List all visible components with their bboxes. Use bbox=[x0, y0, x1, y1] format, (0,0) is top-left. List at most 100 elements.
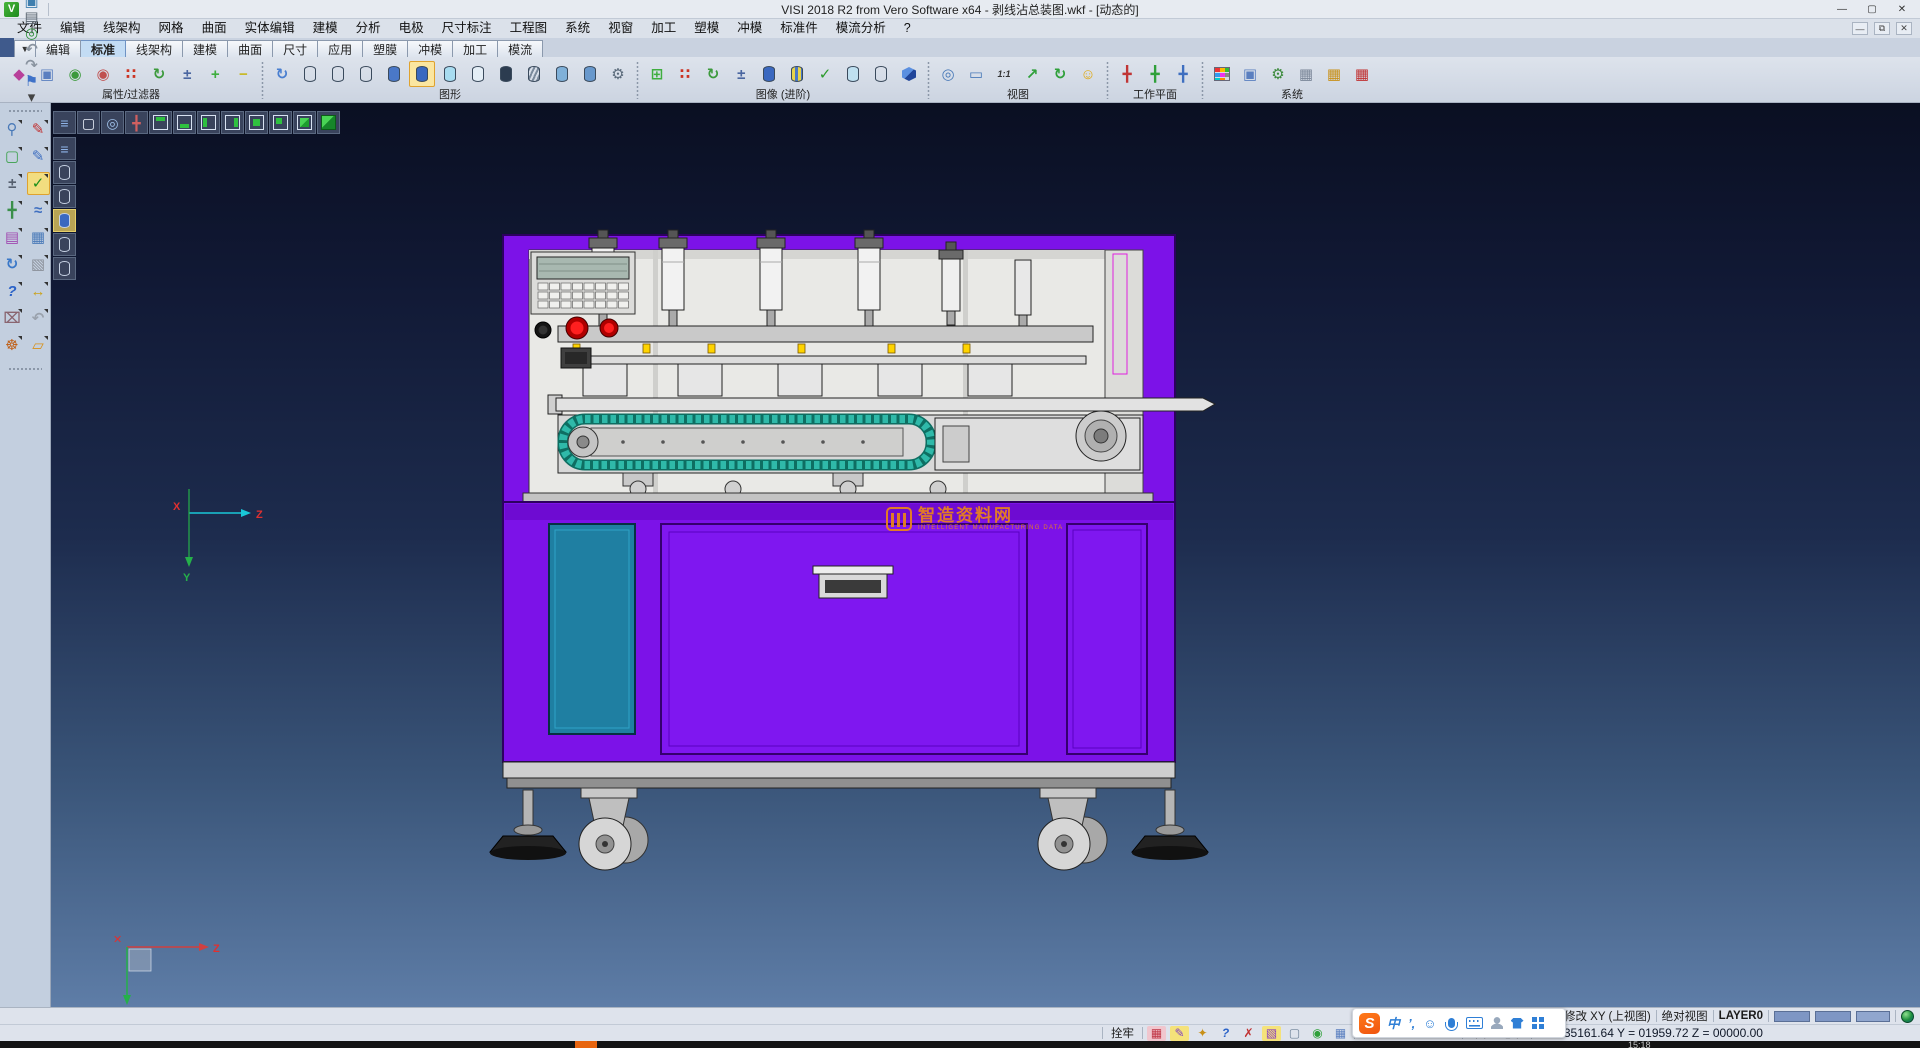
zoom-inout-icon[interactable]: ± bbox=[1, 172, 24, 195]
dark-display-icon[interactable] bbox=[493, 61, 519, 87]
ime-mic-icon[interactable] bbox=[1445, 1018, 1458, 1028]
window-tools-icon[interactable]: ▦ bbox=[1293, 61, 1319, 87]
layout-status-icon[interactable]: ▦ bbox=[1331, 1026, 1350, 1041]
workplane-rotate-icon[interactable]: ╋ bbox=[1142, 61, 1168, 87]
workplane-origin-icon[interactable]: ╋ bbox=[1114, 61, 1140, 87]
child-close-button[interactable]: ✕ bbox=[1896, 22, 1912, 35]
display-translucent-icon[interactable] bbox=[53, 233, 76, 256]
selection-add-icon[interactable]: + bbox=[202, 61, 228, 87]
ime-account-icon[interactable] bbox=[1491, 1017, 1503, 1029]
pan-arrow-icon[interactable]: ↗ bbox=[1019, 61, 1045, 87]
view-back-cube-icon[interactable] bbox=[269, 111, 292, 134]
sketch-circle-icon[interactable]: ✎ bbox=[27, 145, 50, 168]
delete-trash-icon[interactable]: ⌧ bbox=[1, 307, 24, 330]
windows-taskbar[interactable]: 15:18 bbox=[0, 1041, 1920, 1048]
shaded-edges-display-icon[interactable] bbox=[409, 61, 435, 87]
save-all-icon[interactable]: ▣ bbox=[22, 0, 41, 9]
validate-solid-icon[interactable]: ✓ bbox=[812, 61, 838, 87]
zoom-1to1-icon[interactable]: 1:1 bbox=[991, 61, 1017, 87]
tab-flow[interactable]: 模流 bbox=[498, 40, 543, 57]
menu-system[interactable]: 系统 bbox=[556, 19, 599, 38]
toolbar-grip[interactable] bbox=[8, 109, 42, 114]
view-bottom-cube-icon[interactable] bbox=[173, 111, 196, 134]
sogou-logo-icon[interactable]: S bbox=[1359, 1013, 1380, 1034]
grid-window-icon[interactable]: ▦ bbox=[27, 226, 50, 249]
display-wireframe-icon[interactable] bbox=[53, 161, 76, 184]
tab-wireframe[interactable]: 线架构 bbox=[126, 40, 183, 57]
cylinder-rotate-icon[interactable] bbox=[577, 61, 603, 87]
workplane-side-icon[interactable]: ╋ bbox=[1, 199, 24, 222]
view-menu-icon[interactable]: ≡ bbox=[53, 111, 76, 134]
refresh-side-icon[interactable]: ↻ bbox=[1, 253, 24, 276]
tab-apply[interactable]: 应用 bbox=[318, 40, 363, 57]
adv-refresh-images-icon[interactable]: ↻ bbox=[700, 61, 726, 87]
ime-chinese-icon[interactable]: 中 bbox=[1387, 1017, 1400, 1030]
status-help-icon[interactable]: ? bbox=[1216, 1026, 1235, 1041]
adv-toggle-images-icon[interactable]: ± bbox=[728, 61, 754, 87]
machining-wheel-icon[interactable]: ☸ bbox=[1, 334, 24, 357]
menu-surface[interactable]: 曲面 bbox=[193, 19, 236, 38]
display-menu-icon[interactable]: ≡ bbox=[53, 137, 76, 160]
axis-view-icon[interactable]: ╋ bbox=[125, 111, 148, 134]
solid-cube-side-icon[interactable]: ▧ bbox=[27, 253, 50, 276]
menu-mesh[interactable]: 网格 bbox=[150, 19, 193, 38]
lock-label[interactable]: 拴牢 bbox=[1103, 1025, 1142, 1041]
flat-display-icon[interactable] bbox=[465, 61, 491, 87]
sketch-erase-icon[interactable]: ✎ bbox=[27, 118, 50, 141]
background-color-swatch[interactable] bbox=[1856, 1011, 1890, 1022]
display-shaded-icon[interactable] bbox=[53, 209, 76, 232]
viewport-3d[interactable]: ≡▢◎╋ ≡ bbox=[51, 103, 1920, 1007]
doc-status-icon[interactable]: ▢ bbox=[1285, 1026, 1304, 1041]
zoom-window-icon[interactable]: ▭ bbox=[963, 61, 989, 87]
wireframe-display-icon[interactable] bbox=[297, 61, 323, 87]
ime-toolbox-icon[interactable] bbox=[1532, 1017, 1544, 1029]
ime-skin-icon[interactable] bbox=[1511, 1018, 1524, 1029]
preview-icon[interactable]: ◎ bbox=[22, 25, 41, 41]
tab-machining[interactable]: 加工 bbox=[453, 40, 498, 57]
adv-filter-images-icon[interactable]: ∷ bbox=[672, 61, 698, 87]
delete-cube-icon[interactable]: ✗ bbox=[1239, 1026, 1258, 1041]
tab-dimension[interactable]: 尺寸 bbox=[273, 40, 318, 57]
hidden-line-display-icon[interactable] bbox=[325, 61, 351, 87]
layer-color-swatch[interactable] bbox=[1774, 1011, 1810, 1022]
active-layer-label[interactable]: LAYER0 bbox=[1719, 1010, 1763, 1022]
striped-cylinder-icon[interactable] bbox=[784, 61, 810, 87]
view-axonometric-cube-icon[interactable] bbox=[317, 111, 340, 134]
display-settings-icon[interactable]: ⚙ bbox=[605, 61, 631, 87]
ime-keyboard-icon[interactable] bbox=[1466, 1017, 1483, 1029]
menu-machining[interactable]: 加工 bbox=[642, 19, 685, 38]
validate-check-icon[interactable]: ✓ bbox=[27, 172, 50, 195]
ucs-cube-icon[interactable]: ▧ bbox=[1262, 1026, 1281, 1041]
menu-standard-parts[interactable]: 标准件 bbox=[771, 19, 827, 38]
filter-traffic-light-icon[interactable]: ∷ bbox=[118, 61, 144, 87]
view-iso-cube-icon[interactable] bbox=[293, 111, 316, 134]
color-palette-icon[interactable] bbox=[1209, 61, 1235, 87]
maximize-button[interactable]: ▢ bbox=[1858, 1, 1886, 17]
close-button[interactable]: ✕ bbox=[1888, 1, 1916, 17]
sketch-spline-icon[interactable]: ≈ bbox=[27, 199, 50, 222]
menu-drawing[interactable]: 工程图 bbox=[501, 19, 557, 38]
adv-add-images-icon[interactable]: ⊞ bbox=[644, 61, 670, 87]
dashed-hidden-display-icon[interactable] bbox=[353, 61, 379, 87]
undo-icon[interactable]: ↶ bbox=[22, 41, 41, 57]
view-front-cube-icon[interactable] bbox=[245, 111, 268, 134]
display-analysis-icon[interactable] bbox=[53, 257, 76, 280]
undo-side-icon[interactable]: ↶ bbox=[27, 307, 50, 330]
shading-smiley-icon[interactable]: ☺ bbox=[1075, 61, 1101, 87]
solid-view-cube-icon[interactable] bbox=[896, 61, 922, 87]
menu-flow-analysis[interactable]: 模流分析 bbox=[827, 19, 895, 38]
print-icon[interactable]: ▤ bbox=[22, 9, 41, 25]
qat-dropdown-icon[interactable]: ▾ bbox=[22, 89, 41, 105]
system-settings-icon[interactable]: ⚙ bbox=[1265, 61, 1291, 87]
shaded-display-icon[interactable] bbox=[381, 61, 407, 87]
open-image-icon[interactable]: ▱ bbox=[27, 334, 50, 357]
menu-electrode[interactable]: 电极 bbox=[390, 19, 433, 38]
tab-mould[interactable]: 塑膜 bbox=[363, 40, 408, 57]
tab-surface[interactable]: 曲面 bbox=[228, 40, 273, 57]
menu-solid-edit[interactable]: 实体编辑 bbox=[236, 19, 304, 38]
grid-snap-icon[interactable]: ▦ bbox=[1321, 61, 1347, 87]
child-minimize-button[interactable]: — bbox=[1852, 22, 1868, 35]
rotate-view-icon[interactable]: ↻ bbox=[1047, 61, 1073, 87]
toolbar-grip[interactable] bbox=[8, 367, 42, 372]
refresh-filter-icon[interactable]: ↻ bbox=[146, 61, 172, 87]
